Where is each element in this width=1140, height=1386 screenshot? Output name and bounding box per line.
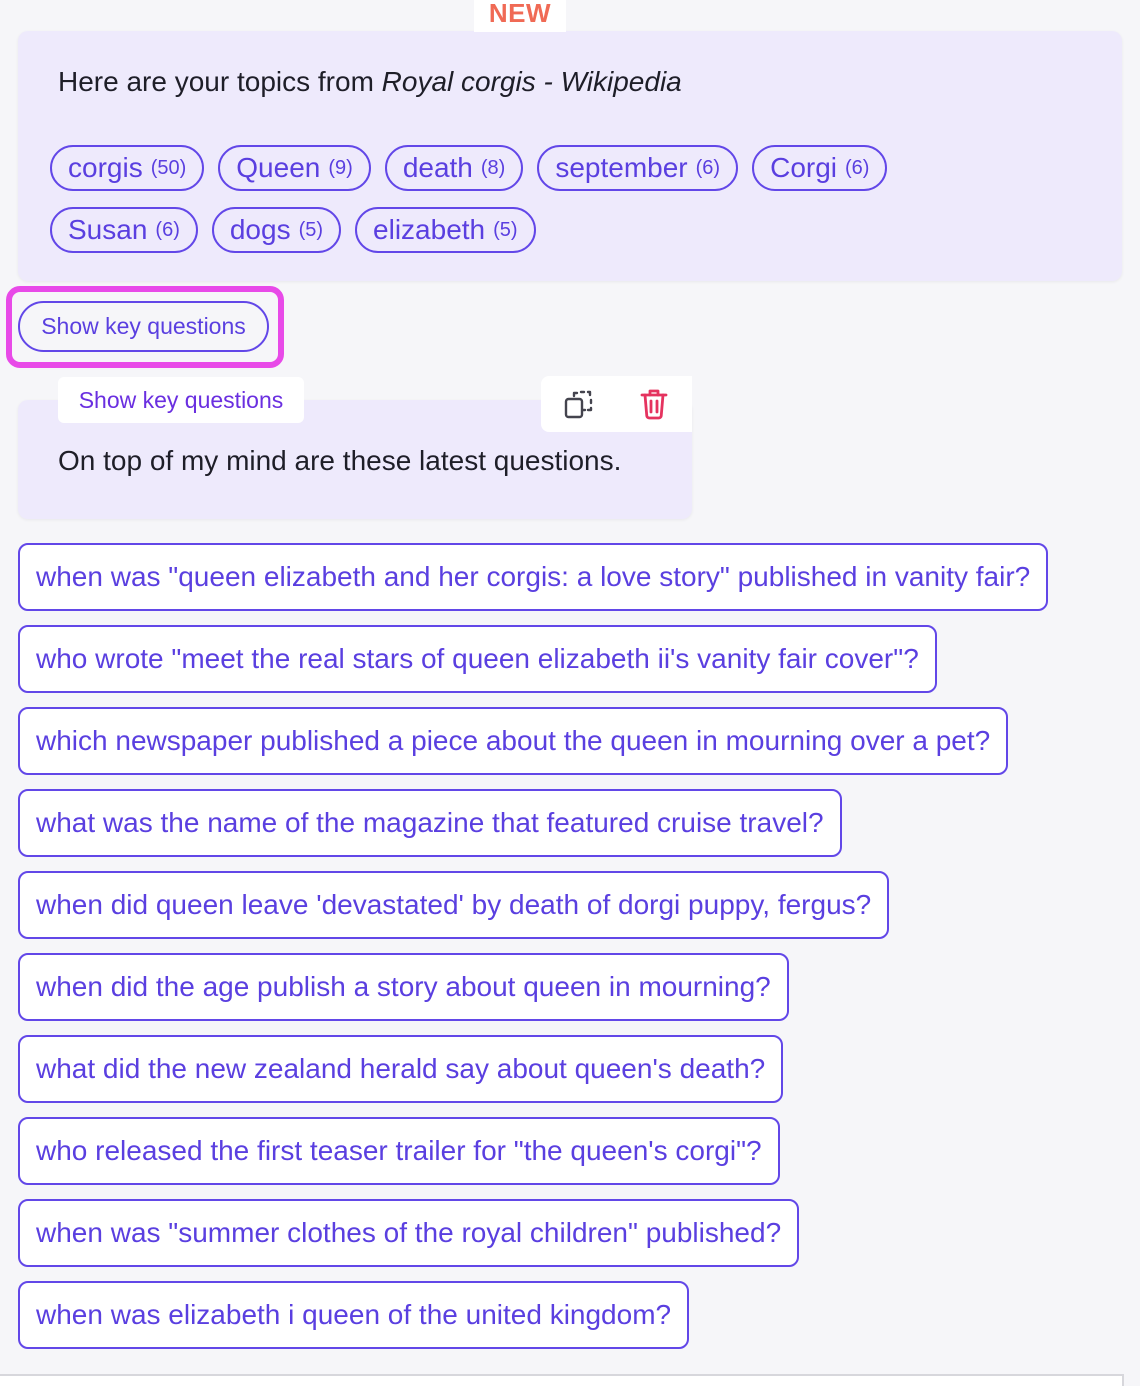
- question-item[interactable]: which newspaper published a piece about …: [18, 707, 1009, 775]
- topic-chip-corgi[interactable]: Corgi (6): [752, 145, 888, 191]
- topic-chip-death[interactable]: death (8): [384, 145, 524, 191]
- topic-chip-queen[interactable]: Queen (9): [218, 145, 371, 191]
- topic-chip-row: corgis (50) Queen (9) death (8) september (6…: [50, 145, 888, 191]
- message-actions: [541, 376, 692, 432]
- topic-chip-dogs[interactable]: dogs (5): [211, 207, 342, 253]
- topic-chip-count: (5): [298, 218, 324, 241]
- question-item[interactable]: who wrote "meet the real stars of queen …: [18, 625, 937, 693]
- topic-chip-count: (8): [480, 156, 506, 179]
- copy-icon[interactable]: [561, 387, 597, 423]
- topic-chip-label: elizabeth: [373, 214, 486, 245]
- topic-chip-label: death: [402, 152, 473, 183]
- question-list: when was "queen elizabeth and her corgis…: [18, 543, 1049, 1349]
- question-item[interactable]: when did the age publish a story about q…: [18, 953, 789, 1021]
- question-item[interactable]: what was the name of the magazine that f…: [18, 789, 842, 857]
- topic-chip-label: corgis: [68, 152, 143, 183]
- question-item[interactable]: when was "summer clothes of the royal ch…: [18, 1199, 800, 1267]
- topic-chip-count: (9): [328, 156, 353, 179]
- topics-source-title: Royal corgis - Wikipedia: [381, 66, 682, 97]
- topic-chip-label: Susan: [68, 214, 148, 245]
- question-item[interactable]: when was "queen elizabeth and her corgis…: [18, 543, 1049, 611]
- topic-chip-label: Corgi: [770, 152, 838, 183]
- topics-heading-prefix: Here are your topics from: [58, 66, 382, 97]
- show-key-questions-button[interactable]: Show key questions: [18, 301, 269, 352]
- bottom-input-edge: [0, 1374, 1124, 1386]
- question-item[interactable]: who released the first teaser trailer fo…: [18, 1117, 780, 1185]
- topic-chip-september[interactable]: september (6): [537, 145, 739, 191]
- topic-chip-elizabeth[interactable]: elizabeth (5): [355, 207, 536, 253]
- new-badge: NEW: [474, 0, 566, 32]
- trash-icon[interactable]: [636, 386, 672, 422]
- topic-chip-susan[interactable]: Susan (6): [50, 207, 198, 253]
- topic-chip-row: Susan (6) dogs (5) elizabeth (5): [50, 207, 536, 253]
- topic-chip-label: dogs: [229, 214, 291, 245]
- question-item[interactable]: when did queen leave 'devastated' by dea…: [18, 871, 890, 939]
- topic-chip-count: (6): [155, 218, 180, 241]
- topic-chip-count: (5): [493, 218, 518, 241]
- topic-chip-count: (6): [845, 156, 870, 179]
- question-item[interactable]: when was elizabeth i queen of the united…: [18, 1281, 690, 1349]
- message-label: Show key questions: [58, 377, 304, 423]
- topic-chip-label: september: [555, 152, 688, 183]
- topic-chip-corgis[interactable]: corgis (50): [50, 145, 205, 191]
- topics-card: Here are your topics from Royal corgis -…: [18, 31, 1122, 281]
- topic-chip-count: (50): [150, 156, 187, 179]
- topic-chip-label: Queen: [236, 152, 321, 183]
- message-text: On top of my mind are these latest quest…: [58, 445, 622, 476]
- question-item[interactable]: what did the new zealand herald say abou…: [18, 1035, 784, 1103]
- topics-heading: Here are your topics from Royal corgis -…: [58, 66, 682, 98]
- topic-chip-count: (6): [695, 156, 721, 179]
- page: NEW Here are your topics from Royal corg…: [0, 0, 1140, 1386]
